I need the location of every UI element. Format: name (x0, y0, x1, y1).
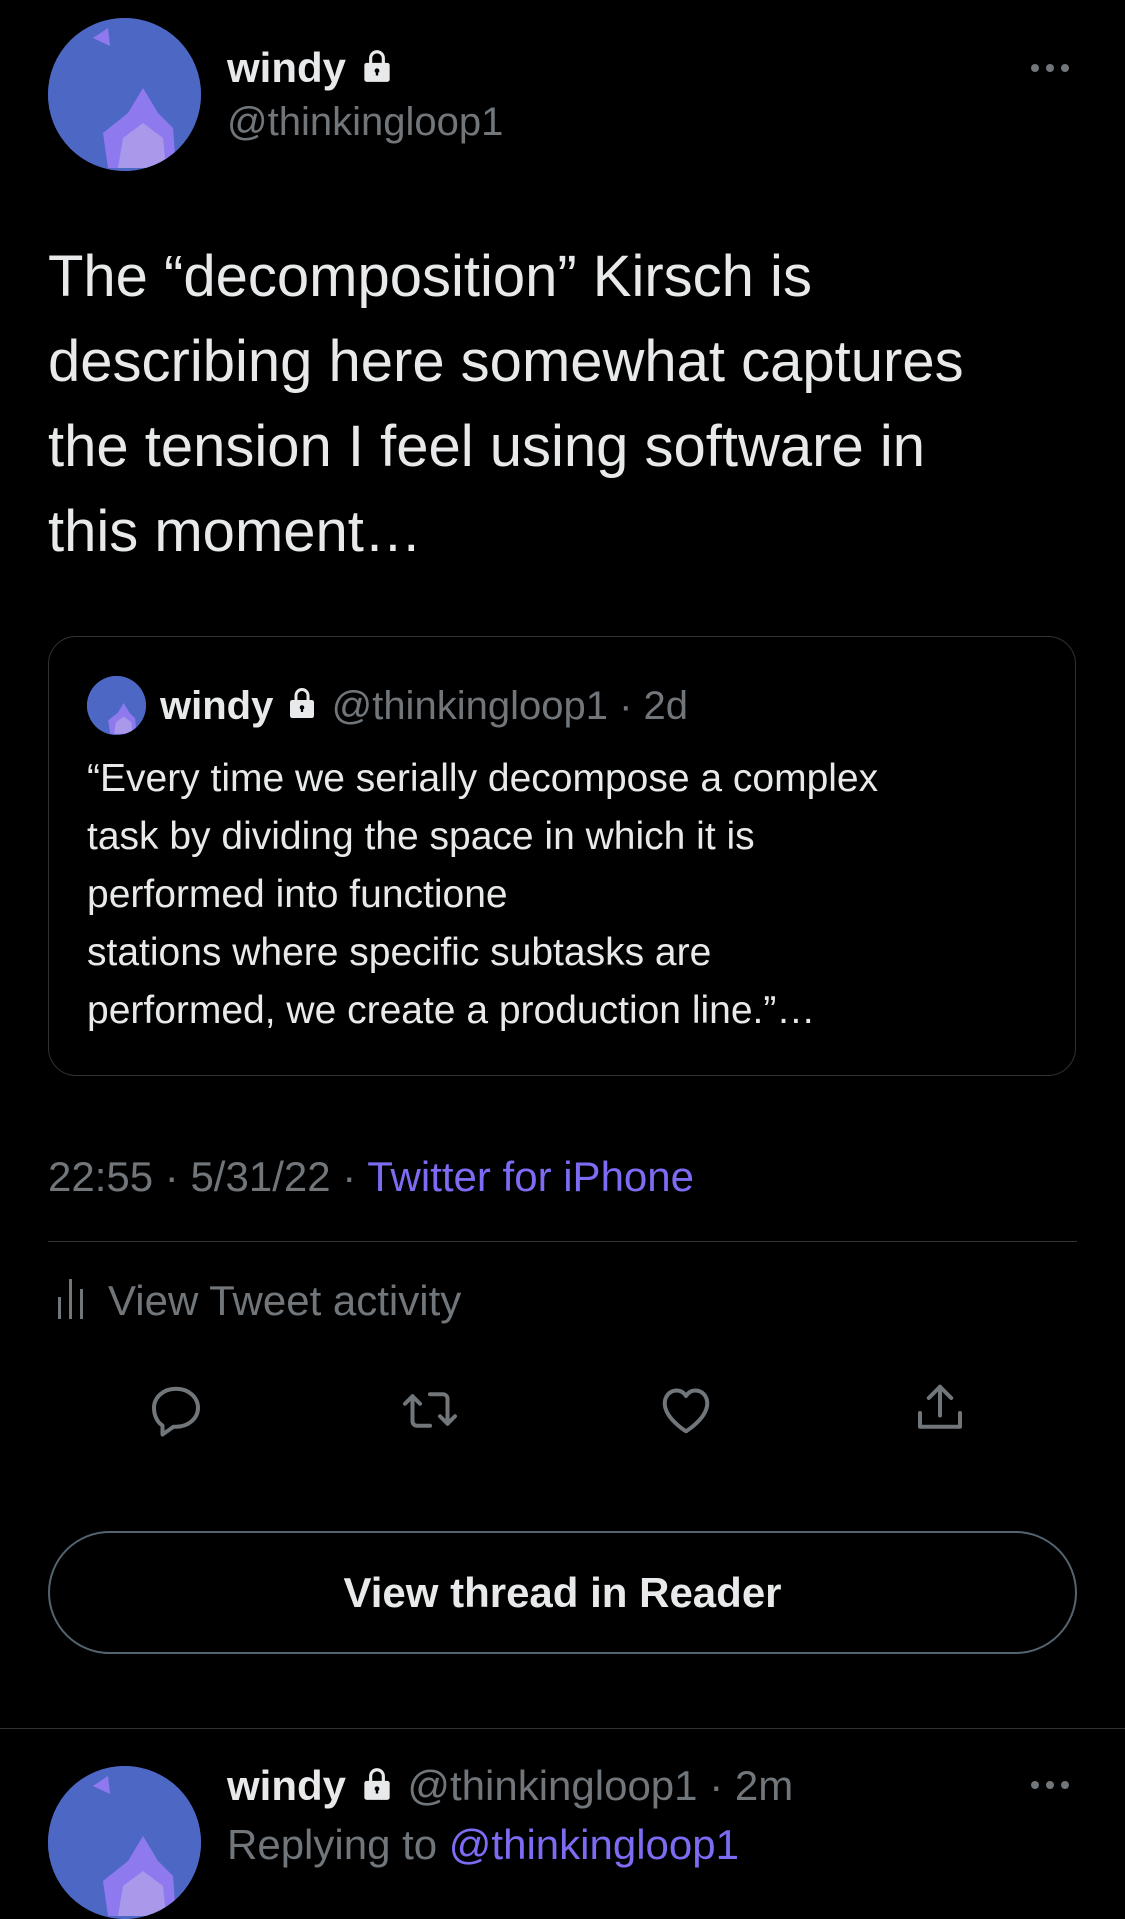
tweet-source-link[interactable]: Twitter for iPhone (367, 1153, 694, 1200)
separator: · (709, 1762, 724, 1809)
replying-to-label: Replying to (227, 1821, 438, 1868)
tweet-text-line: The “decomposition” Kirsch is (48, 244, 812, 309)
replying-to: Replying to @thinkingloop1 (227, 1820, 739, 1870)
reply-author-handle: @thinkingloop1 (407, 1762, 698, 1809)
author-handle[interactable]: @thinkingloop1 (227, 98, 503, 146)
lock-icon (284, 684, 320, 732)
view-thread-in-reader-button[interactable]: View thread in Reader (48, 1531, 1077, 1654)
more-icon[interactable] (1031, 64, 1069, 72)
divider (0, 1728, 1125, 1729)
quoted-time: 2d (643, 684, 689, 728)
lock-icon (358, 1764, 396, 1814)
author-name-row: windy (227, 44, 396, 95)
tweet-date: 5/31/22 (190, 1153, 331, 1200)
tweet-time: 22:55 (48, 1153, 154, 1200)
activity-label: View Tweet activity (108, 1276, 462, 1324)
lock-icon (358, 47, 396, 95)
reply-icon (146, 1386, 206, 1444)
retweet-icon (400, 1392, 460, 1444)
author-name[interactable]: windy (227, 44, 346, 91)
reply-more-icon[interactable] (1031, 1781, 1069, 1789)
quoted-text-line: performed into functione (87, 873, 508, 916)
share-button[interactable] (910, 1378, 970, 1443)
quoted-author-avatar (87, 676, 146, 735)
quoted-text: “Every time we serially decompose a comp… (87, 750, 1067, 1040)
quoted-header: windy @thinkingloop1 · 2d (160, 682, 688, 732)
quoted-text-line: stations where specific subtasks are (87, 931, 712, 974)
separator: · (619, 684, 633, 728)
reply-author-avatar[interactable] (48, 1766, 201, 1919)
divider (48, 1241, 1077, 1242)
quoted-text-line: “Every time we serially decompose a comp… (87, 757, 879, 800)
like-button[interactable] (656, 1380, 716, 1445)
reply-header: windy @thinkingloop1 · 2m (227, 1761, 793, 1814)
activity-chart-icon (56, 1275, 88, 1326)
quoted-author-name: windy (160, 684, 274, 728)
tweet-text-line: this moment… (48, 499, 422, 564)
separator: · (164, 1153, 179, 1200)
tweet-text-line: the tension I feel using software in (48, 414, 925, 479)
timestamp-row: 22:55 · 5/31/22 · Twitter for iPhone (48, 1152, 694, 1202)
reply-author-name[interactable]: windy (227, 1762, 346, 1809)
reply-button[interactable] (146, 1380, 206, 1445)
share-icon (910, 1384, 970, 1442)
tweet-text-line: describing here somewhat captures (48, 329, 964, 394)
reply-time: 2m (734, 1762, 794, 1809)
retweet-button[interactable] (400, 1380, 460, 1445)
tweet-text: The “decomposition” Kirsch is describing… (48, 234, 1088, 574)
view-tweet-activity-button[interactable]: View Tweet activity (56, 1275, 461, 1326)
quoted-author-handle: @thinkingloop1 (331, 684, 608, 728)
author-avatar[interactable] (48, 18, 201, 171)
separator: · (342, 1153, 357, 1200)
like-icon (656, 1388, 716, 1444)
quoted-text-line: task by dividing the space in which it i… (87, 815, 755, 858)
replying-to-handle[interactable]: @thinkingloop1 (449, 1821, 739, 1868)
quoted-text-line: performed, we create a production line.”… (87, 989, 816, 1032)
